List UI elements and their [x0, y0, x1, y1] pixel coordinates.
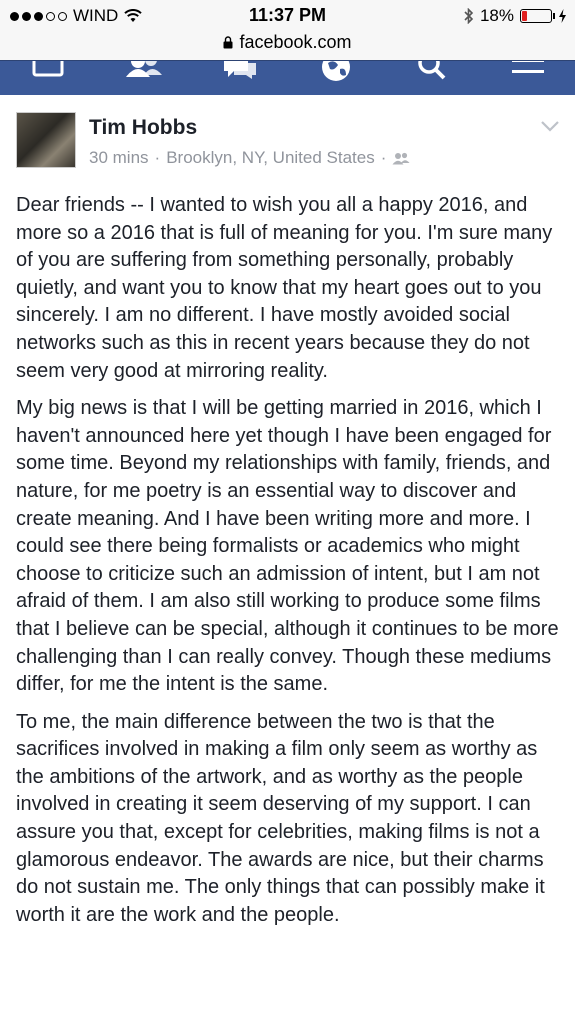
url-text: facebook.com: [239, 32, 352, 52]
author-avatar[interactable]: [16, 112, 76, 168]
post-paragraph: To me, the main difference between the t…: [16, 710, 545, 926]
post-paragraph: My big news is that I will be getting ma…: [16, 397, 559, 696]
author-name[interactable]: Tim Hobbs: [89, 116, 197, 140]
bluetooth-icon: [464, 8, 474, 24]
messages-icon[interactable]: [220, 60, 260, 81]
battery-percent: 18%: [479, 6, 514, 25]
facebook-nav-bar: [0, 60, 575, 95]
friends-icon[interactable]: [124, 60, 164, 81]
charging-icon: [559, 9, 566, 23]
battery-icon: [520, 9, 555, 23]
post-meta: 30 mins · Brooklyn, NY, United States ·: [89, 148, 410, 168]
post-body: Dear friends -- I wanted to wish you all…: [16, 192, 561, 939]
post: Tim Hobbs 30 mins · Brooklyn, NY, United…: [0, 96, 575, 1024]
home-icon[interactable]: [30, 60, 66, 81]
search-icon[interactable]: [414, 60, 450, 81]
meta-separator: ·: [154, 148, 161, 167]
menu-icon[interactable]: [510, 60, 546, 81]
post-location[interactable]: Brooklyn, NY, United States: [166, 148, 375, 168]
post-time[interactable]: 30 mins: [89, 148, 149, 168]
globe-icon[interactable]: [318, 60, 354, 83]
battery-level: [522, 11, 527, 21]
browser-url-bar[interactable]: facebook.com: [0, 30, 575, 60]
post-paragraph: Dear friends -- I wanted to wish you all…: [16, 194, 553, 382]
status-bar: WIND 11:37 PM 18%: [0, 0, 575, 30]
chevron-down-icon[interactable]: [540, 120, 560, 132]
friends-audience-icon[interactable]: [392, 152, 410, 165]
status-right: 18%: [464, 6, 567, 26]
lock-icon: [223, 36, 233, 49]
meta-separator: ·: [380, 148, 387, 167]
